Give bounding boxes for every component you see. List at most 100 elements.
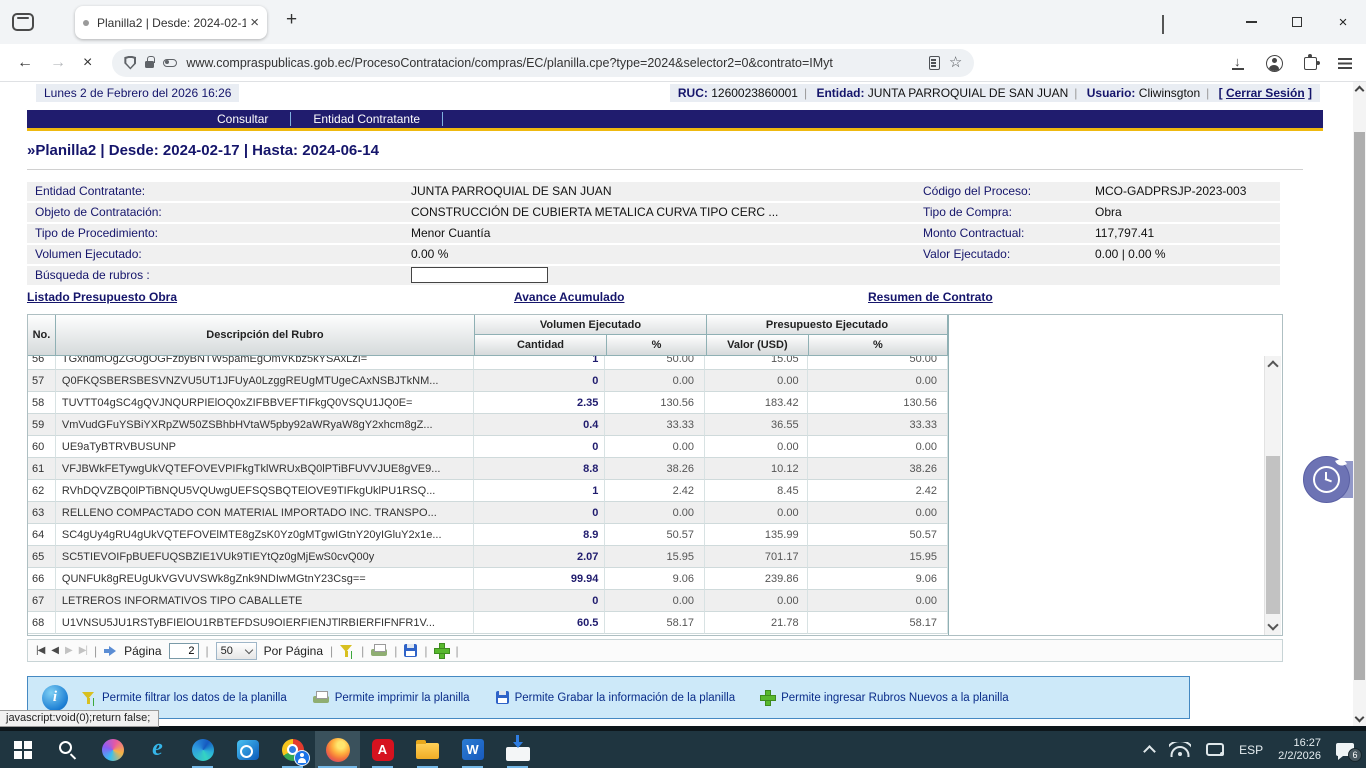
taskbar-copilot-button[interactable] xyxy=(90,731,135,768)
taskbar-downloads-button[interactable] xyxy=(495,731,540,768)
filter-icon[interactable] xyxy=(340,644,354,658)
tray-expand-icon[interactable] xyxy=(1143,745,1156,758)
last-page-button[interactable]: ▶| xyxy=(79,645,87,656)
taskbar-word-button[interactable] xyxy=(450,731,495,768)
table-row[interactable]: 59VmVudGFuYSBiYXRpZW50ZSBhbHVtaW5pby92aW… xyxy=(28,414,948,436)
menu-icon[interactable] xyxy=(1338,58,1352,69)
table-row[interactable]: 61VFJBWkFETywgUkVQTEFOVEVPIFkgTklWRUxBQ0… xyxy=(28,458,948,480)
taskbar-outlook-button[interactable] xyxy=(225,731,270,768)
rubro-description: UE9aTyBTRVBUSUNP xyxy=(56,436,474,458)
tab-list-chevron-icon[interactable] xyxy=(1162,15,1164,33)
notification-center-icon[interactable]: 6 xyxy=(1336,743,1354,756)
tab-close-icon[interactable]: × xyxy=(250,15,259,30)
workspaces-icon[interactable] xyxy=(12,13,34,31)
rubros-search-cell xyxy=(403,266,1280,285)
table-row[interactable]: 65SC5TIEVOIFpBUEFUQSBZIE1VUk9TIEYtQz0gMj… xyxy=(28,546,948,568)
session-strip: Lunes 2 de Febrero del 2026 16:26 RUC: 1… xyxy=(36,84,1320,102)
scroll-up-icon[interactable] xyxy=(1355,86,1365,96)
reader-view-icon[interactable] xyxy=(929,56,940,70)
first-page-button[interactable]: |◀ xyxy=(36,645,44,656)
table-row[interactable]: 56TGxhdmOgZGOgOGFzbyBNTW5pamEgOmVKbz5kYS… xyxy=(28,356,948,370)
rubro-description: VFJBWkFETywgUkVQTEFOVEVPIFkgTklWRUxBQ0lP… xyxy=(56,458,474,480)
cantidad-value: 0 xyxy=(474,590,605,612)
link-listado-presupuesto-obra[interactable]: Listado Presupuesto Obra xyxy=(27,290,177,304)
address-bar[interactable]: www.compraspublicas.gob.ec/ProcesoContra… xyxy=(112,49,974,77)
browser-tab[interactable]: Planilla2 | Desde: 2024-02-17 | H × xyxy=(75,6,267,39)
maximize-button[interactable] xyxy=(1274,0,1320,44)
scroll-down-icon[interactable] xyxy=(1355,713,1365,723)
close-button[interactable]: × xyxy=(1320,0,1366,44)
rubro-description: U1VNSU5JU1RSTyBFIElOU1RBTEFDSU9OIERFIENJ… xyxy=(56,612,474,634)
table-row[interactable]: 67LETREROS INFORMATIVOS TIPO CABALLETE00… xyxy=(28,590,948,612)
info-label: Código del Proceso: xyxy=(915,182,1087,201)
info-label: Valor Ejecutado: xyxy=(915,245,1087,264)
rubro-description: RVhDQVZBQ0lPTiBNQU5VQUwgUEFSQSBQTElOVE9T… xyxy=(56,480,474,502)
page-scrollbar[interactable] xyxy=(1353,82,1366,726)
tray-time: 16:27 xyxy=(1293,737,1321,749)
language-indicator[interactable]: ESP xyxy=(1239,743,1263,757)
forward-button[interactable]: → xyxy=(50,54,66,72)
link-resumen-de-contrato[interactable]: Resumen de Contrato xyxy=(868,290,993,304)
next-page-button[interactable]: ▶ xyxy=(65,645,72,656)
rubro-description: Q0FKQSBERSBESVNZVU5UT1JFUyA0LzggREUgMTUg… xyxy=(56,370,474,392)
scroll-down-icon[interactable] xyxy=(1267,619,1278,630)
new-tab-button[interactable]: + xyxy=(286,9,297,31)
table-row[interactable]: 63RELLENO COMPACTADO CON MATERIAL IMPORT… xyxy=(28,502,948,524)
table-row[interactable]: 66QUNFUk8gREUgUkVGVUVSWk8gZnk9NDIwMGtnY2… xyxy=(28,568,948,590)
downloads-icon[interactable] xyxy=(1231,55,1245,71)
cantidad-value: 0 xyxy=(474,370,605,392)
scrollbar-thumb[interactable] xyxy=(1354,132,1365,680)
extensions-icon[interactable] xyxy=(1304,57,1317,70)
profile-icon[interactable] xyxy=(1266,55,1283,72)
taskbar-clock[interactable]: 16:27 2/2/2026 xyxy=(1278,737,1321,763)
taskbar-edge-button[interactable] xyxy=(180,731,225,768)
start-button[interactable] xyxy=(0,731,45,768)
prev-page-button[interactable]: ◀ xyxy=(51,645,58,656)
go-to-page-icon[interactable] xyxy=(104,646,117,656)
table-row[interactable]: 62RVhDQVZBQ0lPTiBNQU5VQUwgUEFSQSBQTElOVE… xyxy=(28,480,948,502)
logout-link[interactable]: [ Cerrar Sesión ] xyxy=(1219,86,1312,100)
valor-usd-value: 0.00 xyxy=(705,370,808,392)
table-row[interactable]: 68U1VNSU5JU1RSTyBFIElOU1RBTEFDSU9OIERFIE… xyxy=(28,612,948,634)
table-row[interactable]: 60UE9aTyBTRVBUSUNP00.000.000.00 xyxy=(28,436,948,458)
save-icon[interactable] xyxy=(404,644,417,657)
taskbar-firefox-button[interactable] xyxy=(315,731,360,768)
taskbar-search-button[interactable] xyxy=(45,731,90,768)
tracking-shield-icon[interactable] xyxy=(124,56,136,70)
page-number-input[interactable] xyxy=(169,643,199,659)
taskbar-internet-explorer-button[interactable]: e xyxy=(135,731,180,768)
process-info-grid: Entidad Contratante: JUNTA PARROQUIAL DE… xyxy=(27,182,1280,285)
stop-button[interactable]: × xyxy=(83,54,92,72)
table-scrollbar[interactable] xyxy=(1264,356,1281,635)
back-button[interactable]: ← xyxy=(17,54,33,72)
print-icon[interactable] xyxy=(371,644,387,658)
rubros-search-input[interactable] xyxy=(411,267,548,283)
taskbar-file-explorer-button[interactable] xyxy=(405,731,450,768)
menu-item-consultar[interactable]: Consultar xyxy=(195,110,290,128)
add-rubro-icon[interactable] xyxy=(435,644,449,658)
menu-item-entidad-contratante[interactable]: Entidad Contratante xyxy=(291,110,442,128)
link-avance-acumulado[interactable]: Avance Acumulado xyxy=(514,290,624,304)
window-controls: × xyxy=(1228,0,1366,44)
taskbar-chrome-button[interactable] xyxy=(270,731,315,768)
per-page-select[interactable]: 50 xyxy=(216,642,257,660)
table-row[interactable]: 57Q0FKQSBERSBESVNZVU5UT1JFUyA0LzggREUgMT… xyxy=(28,370,948,392)
scroll-up-icon[interactable] xyxy=(1267,360,1278,371)
table-row[interactable]: 58TUVTT04gSC4gQVJNQURPIElOQ0xZIFBBVEFTIF… xyxy=(28,392,948,414)
save-icon xyxy=(496,691,509,704)
row-number: 65 xyxy=(28,546,56,568)
table-row[interactable]: 64SC4gUy4gRU4gUkVQTEFOVElMTE8gZsK0Yz0gMT… xyxy=(28,524,948,546)
minimize-button[interactable] xyxy=(1228,0,1274,44)
browser-titlebar: Planilla2 | Desde: 2024-02-17 | H × + × xyxy=(0,0,1366,44)
bookmark-star-icon[interactable]: ☆ xyxy=(949,55,962,70)
wifi-icon[interactable] xyxy=(1169,742,1191,757)
cantidad-value: 0 xyxy=(474,502,605,524)
lock-icon[interactable] xyxy=(145,61,154,68)
scrollbar-thumb[interactable] xyxy=(1266,456,1280,614)
leaf-icon xyxy=(1335,458,1347,468)
display-cast-icon[interactable] xyxy=(1206,743,1224,756)
site-permissions-icon[interactable] xyxy=(163,59,177,67)
url-text[interactable]: www.compraspublicas.gob.ec/ProcesoContra… xyxy=(186,56,920,70)
time-tracker-floating-button[interactable] xyxy=(1303,456,1350,503)
taskbar-acrobat-button[interactable] xyxy=(360,731,405,768)
